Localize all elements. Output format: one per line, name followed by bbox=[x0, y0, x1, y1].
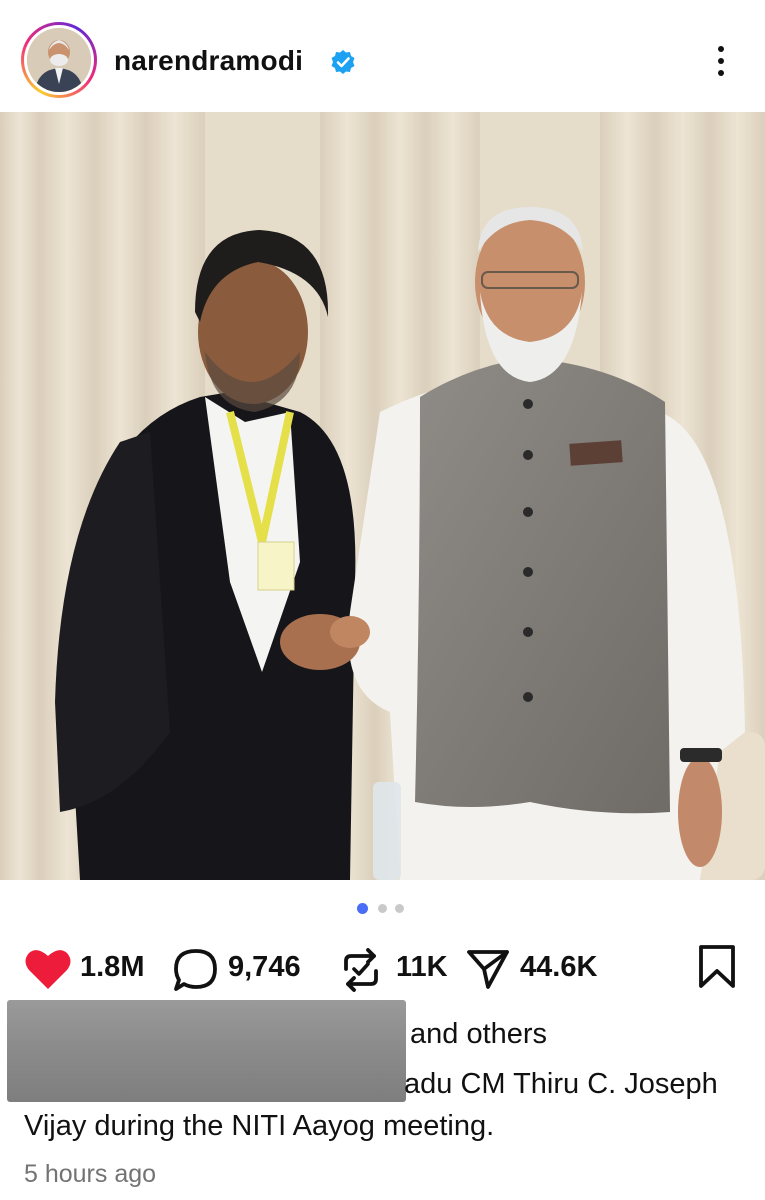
more-vertical-icon bbox=[718, 46, 724, 52]
shares-count: 44.6K bbox=[520, 951, 598, 983]
comment-button[interactable]: 9,746 bbox=[172, 938, 312, 994]
reposts-count: 11K bbox=[396, 951, 448, 983]
avatar bbox=[27, 28, 91, 92]
verified-badge-icon bbox=[331, 50, 355, 74]
post-header: narendramodi bbox=[0, 0, 765, 112]
photo-image bbox=[0, 112, 765, 880]
avatar-image bbox=[27, 28, 91, 92]
caption-line: adu CM Thiru C. Joseph bbox=[404, 1068, 718, 1100]
username[interactable]: narendramodi bbox=[114, 45, 303, 77]
carousel-dot-active bbox=[357, 903, 368, 914]
more-options-button[interactable] bbox=[705, 42, 735, 80]
save-button[interactable] bbox=[696, 938, 740, 994]
liked-by-text[interactable]: and others bbox=[410, 1018, 547, 1051]
paper-plane-icon bbox=[467, 950, 509, 989]
repost-icon bbox=[344, 948, 378, 992]
comments-count: 9,746 bbox=[228, 951, 301, 983]
story-ring[interactable] bbox=[21, 22, 97, 98]
carousel-dot bbox=[378, 904, 387, 913]
comment-bubble-icon bbox=[174, 949, 217, 991]
post-photo[interactable] bbox=[0, 112, 765, 880]
carousel-dot bbox=[395, 904, 404, 913]
likes-count: 1.8M bbox=[80, 951, 145, 983]
repost-button[interactable]: 11K bbox=[340, 938, 448, 994]
bookmark-icon bbox=[699, 945, 735, 988]
post-timestamp: 5 hours ago bbox=[24, 1160, 157, 1188]
heart-icon bbox=[25, 950, 71, 989]
action-bar: 1.8M 9,746 11K 44.6K bbox=[0, 938, 765, 994]
redaction-block bbox=[7, 1000, 406, 1102]
like-button[interactable]: 1.8M bbox=[22, 938, 152, 994]
share-button[interactable]: 44.6K bbox=[466, 938, 616, 994]
caption-line: Vijay during the NITI Aayog meeting. bbox=[24, 1110, 495, 1142]
